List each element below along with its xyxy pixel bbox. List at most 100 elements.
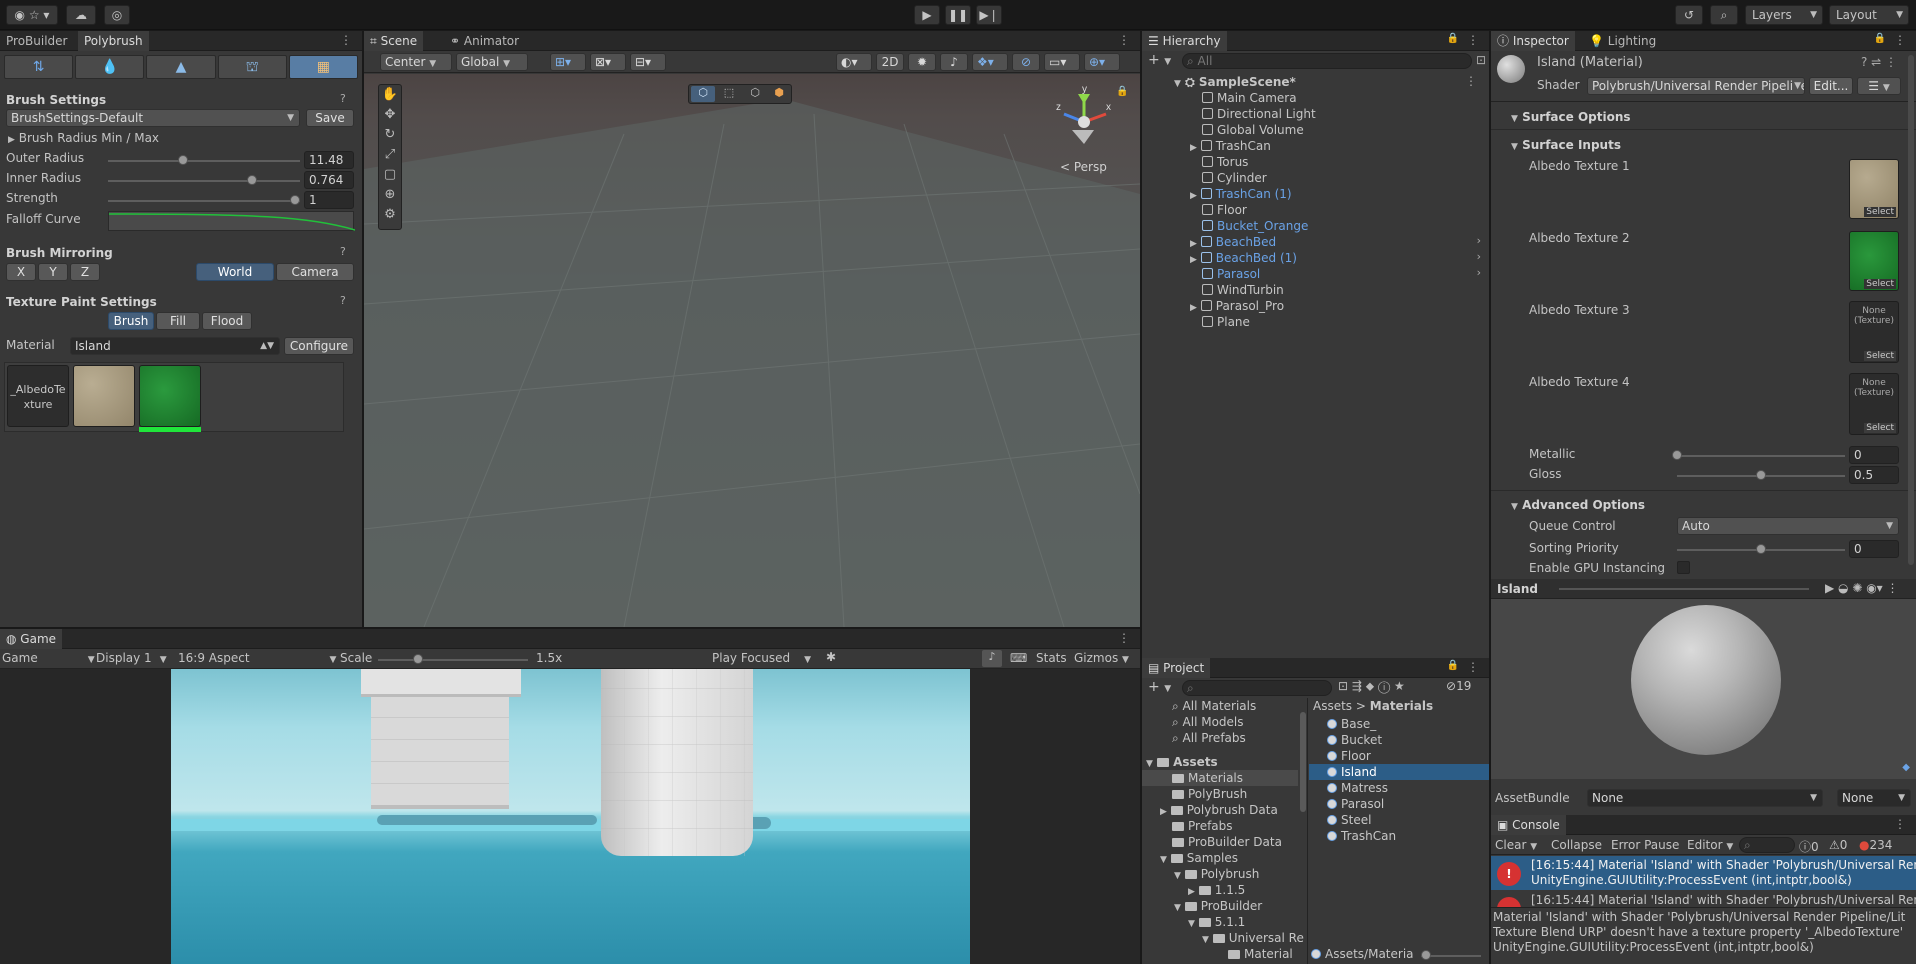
outer-radius-slider[interactable]: [108, 160, 300, 162]
folder-item[interactable]: Prefabs: [1172, 818, 1233, 834]
select-button[interactable]: Select: [1864, 423, 1896, 433]
gloss-knob[interactable]: [1756, 470, 1766, 480]
texture-slot-sand[interactable]: [73, 365, 135, 427]
tab-project[interactable]: ▤ Project: [1142, 658, 1211, 678]
bug-icon[interactable]: ✱: [826, 650, 836, 664]
hierarchy-item[interactable]: Bucket_Orange: [1202, 218, 1308, 234]
tree-scrollbar[interactable]: [1300, 712, 1306, 812]
surface-options-foldout[interactable]: ▼ Surface Options: [1511, 110, 1631, 124]
game-mode-dropdown[interactable]: Game ▼: [2, 651, 95, 665]
scale-knob[interactable]: [413, 654, 423, 664]
collab-icon[interactable]: ◎: [104, 5, 130, 25]
hierarchy-item[interactable]: Plane: [1202, 314, 1250, 330]
edge-mode-icon[interactable]: ⬡: [743, 86, 767, 102]
assetbundle-variant-dropdown[interactable]: None ▼: [1837, 789, 1911, 807]
cloud-icon[interactable]: ☁: [66, 5, 96, 25]
mirror-y-button[interactable]: Y: [38, 263, 68, 281]
configure-button[interactable]: Configure: [284, 337, 354, 355]
metallic-knob[interactable]: [1672, 450, 1682, 460]
grid-settings-icon[interactable]: ⊟▾: [630, 53, 666, 71]
vertex-mode-icon[interactable]: ⬚: [717, 86, 741, 102]
folder-assets[interactable]: ▼ Assets: [1146, 754, 1218, 770]
brush-radius-foldout[interactable]: ▶ Brush Radius Min / Max: [8, 131, 159, 145]
paint-vertex-mode-icon[interactable]: ▲: [146, 55, 216, 79]
move-tool-icon[interactable]: ✥: [379, 105, 401, 125]
rotate-tool-icon[interactable]: ↻: [379, 125, 401, 145]
warning-count-toggle[interactable]: ⚠0: [1829, 838, 1847, 852]
folder-materials[interactable]: Materials: [1172, 770, 1243, 786]
orientation-gizmo[interactable]: y x z: [1054, 84, 1114, 154]
prefab-mode-icon[interactable]: ⛫: [217, 55, 287, 79]
outer-radius-field[interactable]: 11.48: [304, 151, 354, 169]
step-button[interactable]: ▶❘: [976, 5, 1002, 25]
play-focused-dropdown[interactable]: Play Focused ▼: [712, 651, 811, 665]
favorite-item[interactable]: ⌕ All Prefabs: [1172, 730, 1246, 746]
tab-scene[interactable]: ⌗ Scene: [364, 31, 424, 51]
asset-item[interactable]: TrashCan: [1327, 828, 1396, 844]
hierarchy-item[interactable]: ▶ Parasol_Pro: [1190, 298, 1284, 314]
material-dropdown[interactable]: Island ▲▼: [70, 337, 280, 355]
assetbundle-dropdown[interactable]: None ▼: [1587, 789, 1823, 807]
metallic-slider[interactable]: [1677, 455, 1845, 457]
more-menu-icon[interactable]: ⋮: [340, 33, 352, 47]
select-button[interactable]: Select: [1864, 207, 1896, 217]
mirror-camera-button[interactable]: Camera: [276, 263, 354, 281]
preview-resize-handle[interactable]: [1559, 588, 1809, 590]
tab-inspector[interactable]: ⓘ Inspector: [1491, 31, 1575, 51]
gloss-field[interactable]: 0.5: [1849, 466, 1899, 484]
transform-tool-icon[interactable]: ⊕: [379, 185, 401, 205]
more-menu-icon[interactable]: ⋮: [1467, 660, 1479, 674]
folder-item[interactable]: ▶ Polybrush Data: [1160, 802, 1278, 818]
info-count-toggle[interactable]: ⓘ0: [1799, 838, 1819, 855]
gpu-instancing-checkbox[interactable]: [1677, 561, 1690, 574]
folder-item[interactable]: ProBuilder Data: [1172, 834, 1282, 850]
stats-button[interactable]: Stats: [1036, 651, 1067, 665]
prefab-arrow-icon[interactable]: ›: [1477, 234, 1481, 247]
object-mode-icon[interactable]: ⬡: [691, 86, 715, 102]
shortcuts-icon[interactable]: ⌨: [1010, 651, 1027, 665]
hierarchy-item[interactable]: Torus: [1202, 154, 1248, 170]
editor-dropdown[interactable]: Editor ▼: [1687, 838, 1733, 852]
custom-tool-icon[interactable]: ⚙: [379, 205, 401, 225]
folder-item[interactable]: Material: [1228, 946, 1293, 962]
paint-fill-button[interactable]: Fill: [156, 312, 200, 330]
save-button[interactable]: Save: [306, 109, 354, 127]
hierarchy-item[interactable]: ▶ TrashCan (1): [1190, 186, 1292, 202]
folder-item[interactable]: ▼ ProBuilder: [1174, 898, 1262, 914]
project-search-input[interactable]: ⌕: [1182, 680, 1332, 696]
more-menu-icon[interactable]: ⋮: [1894, 33, 1906, 47]
hierarchy-item[interactable]: Floor: [1202, 202, 1247, 218]
console-entry[interactable]: [16:15:44] Material 'Island' with Shader…: [1491, 891, 1916, 907]
scale-slider[interactable]: [378, 659, 528, 661]
rect-tool-icon[interactable]: ▢: [379, 165, 401, 185]
hierarchy-item[interactable]: ▶ TrashCan: [1190, 138, 1271, 154]
paint-flood-button[interactable]: Flood: [202, 312, 252, 330]
tab-hierarchy[interactable]: ☰ Hierarchy: [1142, 31, 1227, 51]
albedo-2-slot[interactable]: Select: [1849, 231, 1899, 291]
sorting-priority-field[interactable]: 0: [1849, 540, 1899, 558]
hierarchy-item[interactable]: ▶ BeachBed (1): [1190, 250, 1297, 266]
albedo-3-slot[interactable]: None (Texture) Select: [1849, 301, 1899, 363]
surface-inputs-foldout[interactable]: ▼ Surface Inputs: [1511, 138, 1621, 152]
face-mode-icon[interactable]: ⬢: [767, 86, 791, 102]
breadcrumb-leaf[interactable]: Materials: [1370, 699, 1433, 713]
snap-increment-icon[interactable]: ⊠▾: [590, 53, 626, 71]
display-dropdown[interactable]: Display 1 ▼: [96, 651, 167, 665]
select-button[interactable]: Select: [1864, 279, 1896, 289]
albedo-1-slot[interactable]: Select: [1849, 159, 1899, 219]
grid-snap-icon[interactable]: ⊞▾: [550, 53, 586, 71]
edit-shader-button[interactable]: Edit...: [1809, 77, 1853, 95]
help-icon[interactable]: ?: [340, 294, 346, 307]
tab-probuilder[interactable]: ProBuilder: [0, 31, 73, 51]
account-button[interactable]: ◉ ☆ ▾: [6, 5, 58, 25]
albedo-4-slot[interactable]: None (Texture) Select: [1849, 373, 1899, 435]
header-icons[interactable]: ? ⇌ ⋮: [1861, 55, 1897, 69]
brush-preset-dropdown[interactable]: BrushSettings-Default ▼: [6, 109, 300, 127]
more-menu-icon[interactable]: ⋮: [1894, 817, 1906, 831]
hierarchy-search-input[interactable]: ⌕ All: [1182, 53, 1472, 69]
audio-toggle-icon[interactable]: ♪: [940, 53, 968, 71]
folder-item[interactable]: ▼ Universal Re: [1202, 930, 1304, 946]
effects-toggle-icon[interactable]: ❖▾: [972, 53, 1008, 71]
lighting-toggle-icon[interactable]: ✹: [908, 53, 936, 71]
pivot-global-dropdown[interactable]: Global ▼: [456, 53, 528, 71]
